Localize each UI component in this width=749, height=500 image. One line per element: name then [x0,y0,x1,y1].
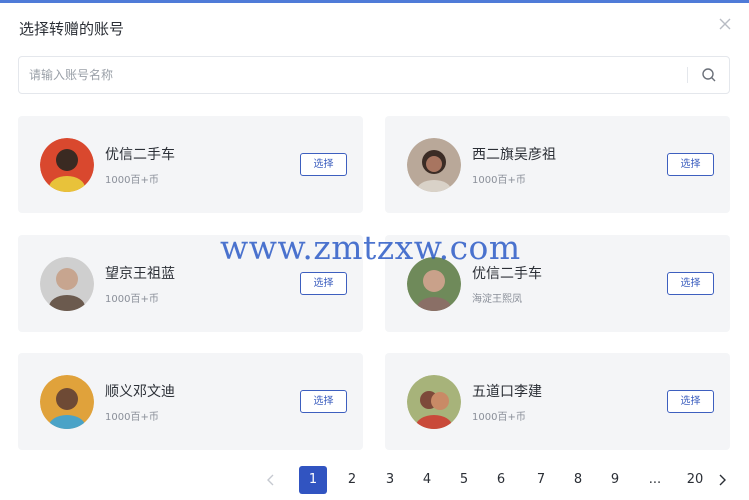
account-sub: 1000百+币 [105,412,159,423]
account-name: 五道口李建 [472,384,542,400]
search-divider [687,67,688,83]
avatar [40,257,94,311]
account-sub: 1000百+币 [105,294,159,305]
account-card[interactable]: 优信二手车 1000百+币 选择 [18,116,363,213]
page-button[interactable]: 6 [487,466,515,494]
search-box [18,56,730,94]
dialog-top-accent [0,0,749,3]
page-button[interactable]: 4 [413,466,441,494]
page-button[interactable]: 8 [564,466,592,494]
page-button[interactable]: 7 [527,466,555,494]
page-button[interactable]: 1 [299,466,327,494]
account-name: 望京王祖蓝 [105,266,175,282]
avatar [407,375,461,429]
watermark: www.zmtzxw.com [220,228,521,267]
page-button[interactable]: 20 [681,466,709,494]
search-input[interactable] [29,57,679,93]
account-card[interactable]: 顺义邓文迪 1000百+币 选择 [18,353,363,450]
next-page-icon[interactable] [712,466,732,494]
close-icon[interactable] [717,16,733,32]
select-button[interactable]: 选择 [667,272,714,295]
account-card[interactable]: 西二旗吴彦祖 1000百+币 选择 [385,116,730,213]
account-card[interactable]: 五道口李建 1000百+币 选择 [385,353,730,450]
account-sub: 海淀王熙凤 [472,294,522,305]
select-button[interactable]: 选择 [667,390,714,413]
page-button[interactable]: 3 [376,466,404,494]
select-button[interactable]: 选择 [300,390,347,413]
page-button[interactable]: 5 [450,466,478,494]
prev-page-icon[interactable] [257,466,285,494]
select-button[interactable]: 选择 [667,153,714,176]
search-icon[interactable] [701,67,717,83]
select-button[interactable]: 选择 [300,153,347,176]
pagination: 1 2 3 4 5 6 7 8 9 ... 20 [0,466,749,494]
page-ellipsis[interactable]: ... [641,466,669,494]
account-name: 西二旗吴彦祖 [472,147,556,163]
avatar [40,138,94,192]
select-button[interactable]: 选择 [300,272,347,295]
account-name: 优信二手车 [105,147,175,163]
page-button[interactable]: 2 [338,466,366,494]
account-sub: 1000百+币 [472,412,526,423]
dialog-title: 选择转赠的账号 [19,20,125,38]
avatar [407,138,461,192]
account-name: 顺义邓文迪 [105,384,175,400]
account-sub: 1000百+币 [105,175,159,186]
avatar [40,375,94,429]
account-sub: 1000百+币 [472,175,526,186]
page-button[interactable]: 9 [601,466,629,494]
